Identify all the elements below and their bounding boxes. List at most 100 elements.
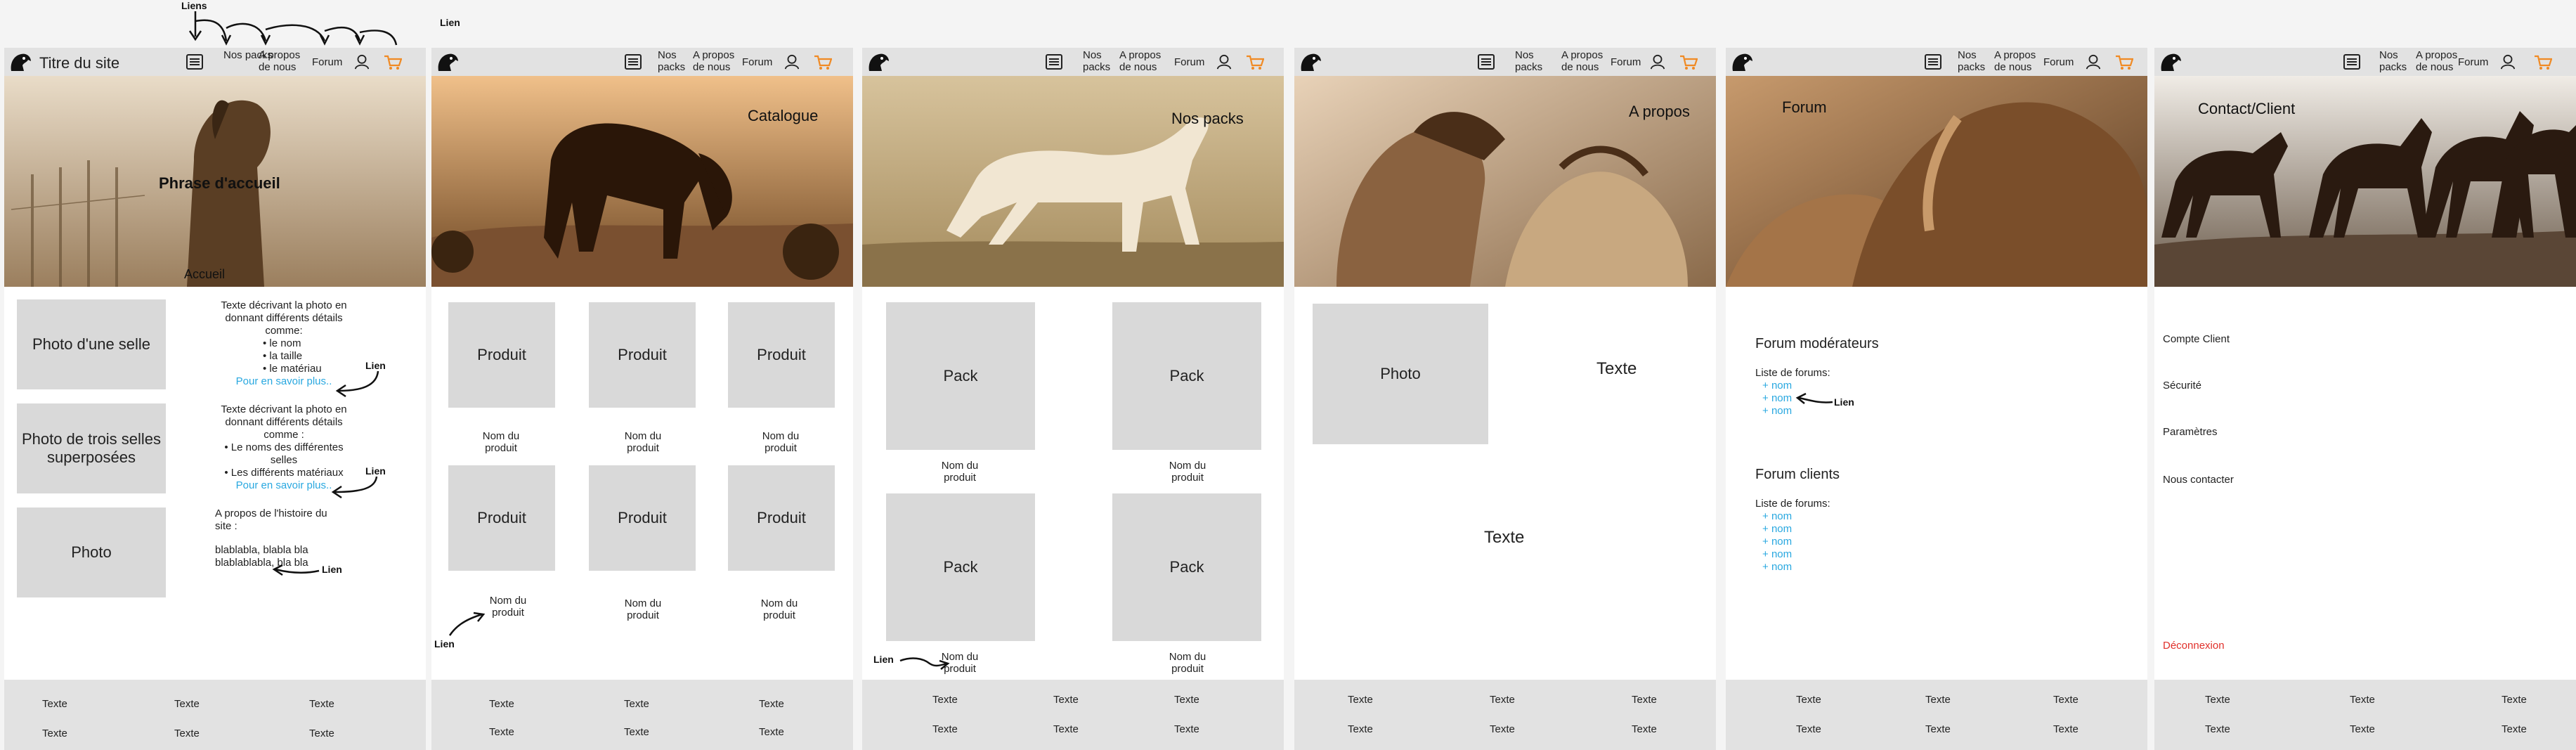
user-icon[interactable] [783, 53, 801, 70]
footer-text[interactable]: Texte [2350, 694, 2375, 706]
menu-nous-contacter[interactable]: Nous contacter [2163, 474, 2234, 486]
nav-about[interactable]: A propos de nous [1994, 49, 2043, 73]
menu-parametres[interactable]: Paramètres [2163, 426, 2218, 439]
footer-text[interactable]: Texte [1348, 723, 1373, 735]
forum-link[interactable]: + nom [1762, 392, 1792, 405]
nav-forum[interactable]: Forum [2458, 56, 2488, 68]
footer-text[interactable]: Texte [1174, 723, 1199, 735]
footer-text[interactable]: Texte [1632, 694, 1657, 706]
footer-text[interactable]: Texte [2053, 723, 2079, 735]
menu-icon[interactable] [624, 53, 642, 70]
cart-icon[interactable] [384, 53, 402, 70]
footer-text[interactable]: Texte [1925, 694, 1951, 706]
nav-about[interactable]: A propos de nous [259, 49, 308, 73]
product-card[interactable]: Produit [448, 465, 555, 571]
nav-forum[interactable]: Forum [742, 56, 772, 68]
nav-packs[interactable]: Nos packs [1958, 49, 1989, 73]
nav-packs[interactable]: Nos packs [658, 49, 689, 73]
footer-text[interactable]: Texte [1632, 723, 1657, 735]
cart-icon[interactable] [814, 53, 832, 70]
horse-logo-icon[interactable] [2159, 51, 2183, 72]
footer-text[interactable]: Texte [1925, 723, 1951, 735]
footer-text[interactable]: Texte [1796, 723, 1821, 735]
footer-text[interactable]: Texte [1490, 694, 1515, 706]
nav-packs[interactable]: Nos packs [1515, 49, 1546, 73]
product-card[interactable]: Produit [589, 302, 696, 408]
forum-link[interactable]: + nom [1762, 405, 1792, 418]
menu-icon[interactable] [1045, 53, 1063, 70]
nav-about[interactable]: A propos de nous [1119, 49, 1169, 73]
menu-icon[interactable] [1924, 53, 1942, 70]
logout-link[interactable]: Déconnexion [2163, 640, 2225, 652]
forum-link[interactable]: + nom [1762, 561, 1792, 574]
footer-text[interactable]: Texte [624, 726, 649, 738]
nav-forum[interactable]: Forum [1611, 56, 1641, 68]
product-card[interactable]: Produit [728, 302, 835, 408]
footer-text[interactable]: Texte [1053, 694, 1079, 706]
pack-card[interactable]: Pack [1112, 493, 1261, 641]
forum-link[interactable]: + nom [1762, 536, 1792, 548]
cart-icon[interactable] [2534, 53, 2552, 70]
pack-card[interactable]: Pack [886, 493, 1035, 641]
footer-text[interactable]: Texte [2350, 723, 2375, 735]
footer-text[interactable]: Texte [1490, 723, 1515, 735]
footer-text[interactable]: Texte [1348, 694, 1373, 706]
footer-text[interactable]: Texte [932, 723, 958, 735]
nav-forum[interactable]: Forum [2043, 56, 2074, 68]
footer-text[interactable]: Texte [759, 726, 784, 738]
footer-text[interactable]: Texte [1796, 694, 1821, 706]
nav-packs[interactable]: Nos packs [1083, 49, 1114, 73]
user-icon[interactable] [353, 53, 371, 70]
user-icon[interactable] [1215, 53, 1233, 70]
product-card[interactable]: Produit [589, 465, 696, 571]
footer-text[interactable]: Texte [42, 698, 67, 710]
user-icon[interactable] [1648, 53, 1667, 70]
horse-logo-icon[interactable] [1730, 51, 1754, 72]
nav-packs[interactable]: Nos packs [2379, 49, 2410, 73]
footer-text[interactable]: Texte [2053, 694, 2079, 706]
pack-card[interactable]: Pack [1112, 302, 1261, 450]
footer-text[interactable]: Texte [489, 698, 514, 710]
menu-compte-client[interactable]: Compte Client [2163, 333, 2230, 346]
cart-icon[interactable] [1679, 53, 1698, 70]
footer-text[interactable]: Texte [932, 694, 958, 706]
footer-text[interactable]: Texte [1174, 694, 1199, 706]
menu-icon[interactable] [1477, 53, 1495, 70]
nav-about[interactable]: A propos de nous [693, 49, 742, 73]
hero-image: Forum [1726, 76, 2147, 287]
menu-icon[interactable] [2343, 53, 2361, 70]
menu-securite[interactable]: Sécurité [2163, 380, 2201, 392]
nav-forum[interactable]: Forum [312, 56, 342, 68]
nav-forum[interactable]: Forum [1174, 56, 1204, 68]
forum-link[interactable]: + nom [1762, 510, 1792, 523]
footer-text[interactable]: Texte [2502, 694, 2527, 706]
footer-text[interactable]: Texte [489, 726, 514, 738]
product-card[interactable]: Produit [728, 465, 835, 571]
footer-text[interactable]: Texte [309, 728, 334, 739]
product-card[interactable]: Produit [448, 302, 555, 408]
pack-card[interactable]: Pack [886, 302, 1035, 450]
footer-text[interactable]: Texte [2205, 694, 2230, 706]
footer-text[interactable]: Texte [174, 698, 200, 710]
cart-icon[interactable] [1246, 53, 1264, 70]
forum-link[interactable]: + nom [1762, 523, 1792, 536]
footer-text[interactable]: Texte [624, 698, 649, 710]
footer-text[interactable]: Texte [1053, 723, 1079, 735]
forum-link[interactable]: + nom [1762, 380, 1792, 392]
footer-text[interactable]: Texte [174, 728, 200, 739]
horse-logo-icon[interactable] [8, 51, 32, 72]
cart-icon[interactable] [2115, 53, 2133, 70]
nav-about[interactable]: A propos de nous [1561, 49, 1611, 73]
horse-logo-icon[interactable] [1299, 51, 1322, 72]
menu-icon[interactable] [186, 53, 204, 70]
user-icon[interactable] [2499, 53, 2517, 70]
forum-link[interactable]: + nom [1762, 548, 1792, 561]
footer-text[interactable]: Texte [2502, 723, 2527, 735]
footer-text[interactable]: Texte [759, 698, 784, 710]
footer-text[interactable]: Texte [309, 698, 334, 710]
footer-text[interactable]: Texte [2205, 723, 2230, 735]
horse-logo-icon[interactable] [866, 51, 890, 72]
horse-logo-icon[interactable] [436, 51, 460, 72]
user-icon[interactable] [2084, 53, 2102, 70]
footer-text[interactable]: Texte [42, 728, 67, 739]
